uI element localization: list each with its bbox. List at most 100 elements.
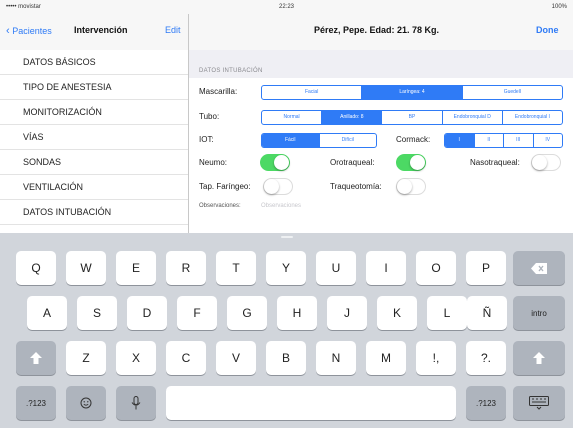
key-k[interactable]: K	[377, 296, 417, 330]
sidebar-item-tipo-anestesia[interactable]: TIPO DE ANESTESIA	[0, 75, 188, 100]
section-header: DATOS INTUBACIÓN	[199, 68, 263, 74]
sidebar: DATOS BÁSICOS TIPO DE ANESTESIA MONITORI…	[0, 50, 188, 242]
sidebar-item-ventilacion[interactable]: VENTILACIÓN	[0, 175, 188, 200]
key-n[interactable]: N	[316, 341, 356, 375]
cormack-option[interactable]: IV	[534, 134, 563, 147]
main-nav-bar: Pérez, Pepe. Edad: 21. 78 Kg. Done	[189, 14, 573, 51]
traqueotomia-toggle[interactable]	[396, 178, 426, 195]
shift-icon	[30, 352, 42, 364]
traqueotomia-label: Traqueotomía:	[330, 182, 382, 191]
key-q[interactable]: Q	[16, 251, 56, 285]
mascarilla-option[interactable]: Laríngea: 4	[362, 86, 463, 99]
microphone-icon	[131, 396, 141, 410]
key-j[interactable]: J	[327, 296, 367, 330]
key-g[interactable]: G	[227, 296, 267, 330]
observaciones-input[interactable]: Observaciones	[261, 203, 301, 209]
tubo-option[interactable]: Normal	[262, 111, 323, 124]
cormack-option[interactable]: I	[445, 134, 475, 147]
key-a[interactable]: A	[27, 296, 67, 330]
mascarilla-option[interactable]: Guedell	[463, 86, 562, 99]
emoji-key[interactable]	[66, 386, 106, 420]
sidebar-item-datos-basicos[interactable]: DATOS BÁSICOS	[0, 50, 188, 75]
shift-key-right[interactable]	[513, 341, 565, 375]
key-question-period[interactable]: ?.	[466, 341, 506, 375]
neumo-label: Neumo:	[199, 158, 228, 167]
keyboard: Q W E R T Y U I O P A S D F G H J K L Ñ …	[0, 233, 573, 428]
iot-option[interactable]: Fácil	[262, 134, 320, 147]
key-e[interactable]: E	[116, 251, 156, 285]
key-d[interactable]: D	[127, 296, 167, 330]
tubo-option[interactable]: Endobronquial D	[443, 111, 503, 124]
sidebar-title: Intervención	[74, 25, 128, 35]
backspace-icon	[531, 262, 547, 274]
cormack-option[interactable]: II	[475, 134, 504, 147]
cormack-label: Cormack:	[396, 135, 431, 144]
main-content: DATOS INTUBACIÓN Mascarilla: Facial Larí…	[189, 50, 573, 233]
return-key[interactable]: intro	[513, 296, 565, 330]
iot-label: IOT:	[199, 135, 214, 144]
key-l[interactable]: L	[427, 296, 467, 330]
mascarilla-option[interactable]: Facial	[262, 86, 363, 99]
tap-faringeo-toggle[interactable]	[263, 178, 293, 195]
cormack-segmented[interactable]: I II III IV	[444, 133, 563, 148]
key-f[interactable]: F	[177, 296, 217, 330]
sidebar-item-datos-intubacion[interactable]: DATOS INTUBACIÓN	[0, 200, 188, 225]
space-bar[interactable]	[166, 386, 456, 420]
tubo-label: Tubo:	[199, 112, 220, 121]
key-enye[interactable]: Ñ	[467, 296, 507, 330]
neumo-toggle[interactable]	[260, 154, 290, 171]
key-x[interactable]: X	[116, 341, 156, 375]
sidebar-item-sondas[interactable]: SONDAS	[0, 150, 188, 175]
iot-option[interactable]: Difícil	[320, 134, 377, 147]
patient-title: Pérez, Pepe. Edad: 21. 78 Kg.	[314, 25, 440, 35]
key-u[interactable]: U	[316, 251, 356, 285]
numbers-key-left[interactable]: .?123	[16, 386, 56, 420]
delete-key[interactable]	[513, 251, 565, 285]
emoji-icon	[80, 397, 92, 409]
key-z[interactable]: Z	[66, 341, 106, 375]
hide-keyboard-key[interactable]	[513, 386, 565, 420]
back-button[interactable]: ‹ Pacientes	[6, 25, 52, 37]
back-label: Pacientes	[12, 26, 52, 36]
sidebar-item-monitorizacion[interactable]: MONITORIZACIÓN	[0, 100, 188, 125]
clock: 22:23	[278, 4, 294, 10]
iot-segmented[interactable]: Fácil Difícil	[261, 133, 377, 148]
keyboard-grip	[281, 236, 293, 238]
tap-faringeo-label: Tap. Faríngeo:	[199, 182, 251, 191]
key-s[interactable]: S	[77, 296, 117, 330]
key-c[interactable]: C	[166, 341, 206, 375]
key-o[interactable]: O	[416, 251, 456, 285]
nasotraqueal-toggle[interactable]	[531, 154, 561, 171]
mascarilla-label: Mascarilla:	[199, 87, 238, 96]
sidebar-item-vias[interactable]: VÍAS	[0, 125, 188, 150]
status-bar: ••••• movistar 22:23 100%	[0, 0, 573, 14]
key-y[interactable]: Y	[266, 251, 306, 285]
key-m[interactable]: M	[366, 341, 406, 375]
cormack-option[interactable]: III	[504, 134, 534, 147]
key-v[interactable]: V	[216, 341, 256, 375]
chevron-left-icon: ‹	[6, 25, 10, 37]
key-t[interactable]: T	[216, 251, 256, 285]
key-h[interactable]: H	[277, 296, 317, 330]
tubo-option[interactable]: Anillado: 8	[322, 111, 383, 124]
key-i[interactable]: I	[366, 251, 406, 285]
key-b[interactable]: B	[266, 341, 306, 375]
key-w[interactable]: W	[66, 251, 106, 285]
tubo-segmented[interactable]: Normal Anillado: 8 BP Endobronquial D En…	[261, 110, 563, 125]
shift-key-left[interactable]	[16, 341, 56, 375]
orotraqueal-toggle[interactable]	[396, 154, 426, 171]
dictation-key[interactable]	[116, 386, 156, 420]
numbers-key-right[interactable]: .?123	[466, 386, 506, 420]
key-exclaim-comma[interactable]: !,	[416, 341, 456, 375]
intubation-panel: Mascarilla: Facial Laríngea: 4 Guedell T…	[189, 78, 573, 233]
shift-icon	[533, 352, 545, 364]
tubo-option[interactable]: Endobronquial I	[503, 111, 562, 124]
battery-text: 100%	[551, 4, 567, 10]
mascarilla-segmented[interactable]: Facial Laríngea: 4 Guedell	[261, 85, 563, 100]
keyboard-hide-icon	[529, 396, 549, 410]
done-button[interactable]: Done	[536, 25, 559, 35]
key-p[interactable]: P	[466, 251, 506, 285]
edit-button[interactable]: Edit	[165, 25, 181, 35]
key-r[interactable]: R	[166, 251, 206, 285]
tubo-option[interactable]: BP	[382, 111, 443, 124]
